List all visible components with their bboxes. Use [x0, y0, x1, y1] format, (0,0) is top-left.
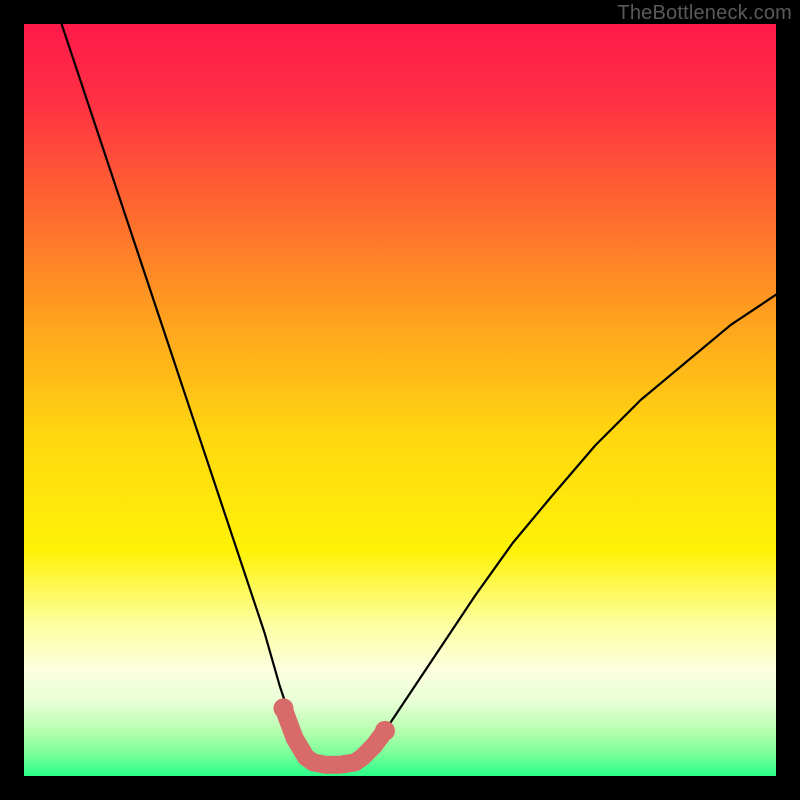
gradient-background [24, 24, 776, 776]
highlight-dot [365, 737, 383, 755]
highlight-dot [375, 721, 395, 741]
highlight-dot [273, 698, 293, 718]
chart-frame [24, 24, 776, 776]
watermark-text: TheBottleneck.com [617, 2, 792, 25]
chart-svg [24, 24, 776, 776]
highlight-dot [286, 729, 304, 747]
